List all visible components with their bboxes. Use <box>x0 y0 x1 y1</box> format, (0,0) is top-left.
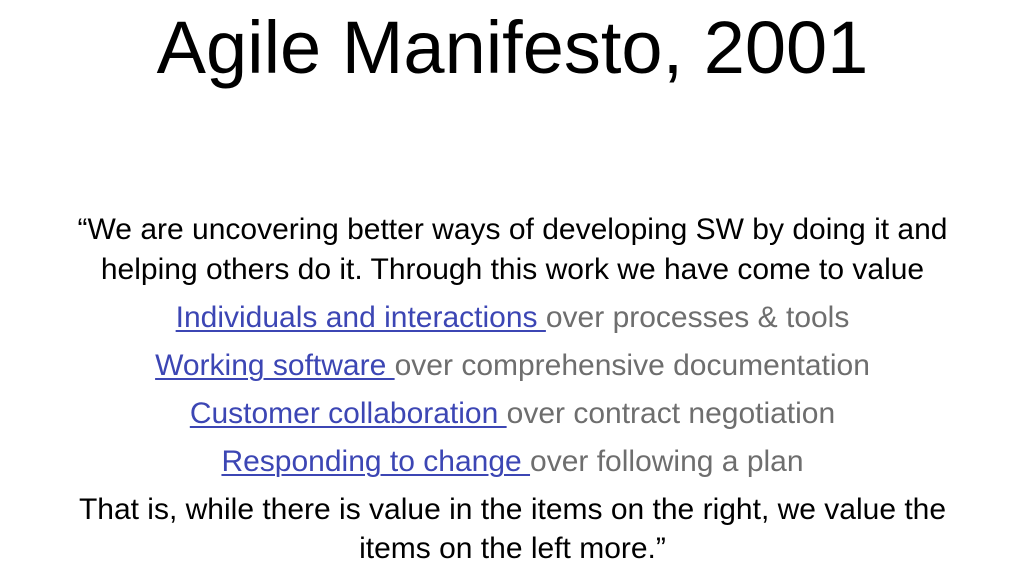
intro-line: helping others do it. Through this work … <box>100 253 925 286</box>
value-link[interactable]: Working software <box>155 349 395 382</box>
value-item: Responding to change over following a pl… <box>0 442 1025 482</box>
value-link[interactable]: Responding to change <box>221 445 530 478</box>
intro-line: “We are uncovering better ways of develo… <box>77 213 948 246</box>
value-contrast: over contract negotiation <box>506 397 836 430</box>
closing-line: items on the left more.” <box>359 532 666 565</box>
closing-line: That is, while there is value in the ite… <box>78 493 947 526</box>
value-link[interactable]: Individuals and interactions <box>176 301 546 334</box>
value-link[interactable]: Customer collaboration <box>190 397 507 430</box>
value-contrast: over comprehensive documentation <box>394 349 870 382</box>
value-contrast: over processes & tools <box>545 301 850 334</box>
value-item: Individuals and interactions over proces… <box>0 298 1025 338</box>
value-item: Customer collaboration over contract neg… <box>0 394 1025 434</box>
slide-title: Agile Manifesto, 2001 <box>156 6 869 89</box>
value-item: Working software over comprehensive docu… <box>0 346 1025 386</box>
value-contrast: over following a plan <box>530 445 804 478</box>
